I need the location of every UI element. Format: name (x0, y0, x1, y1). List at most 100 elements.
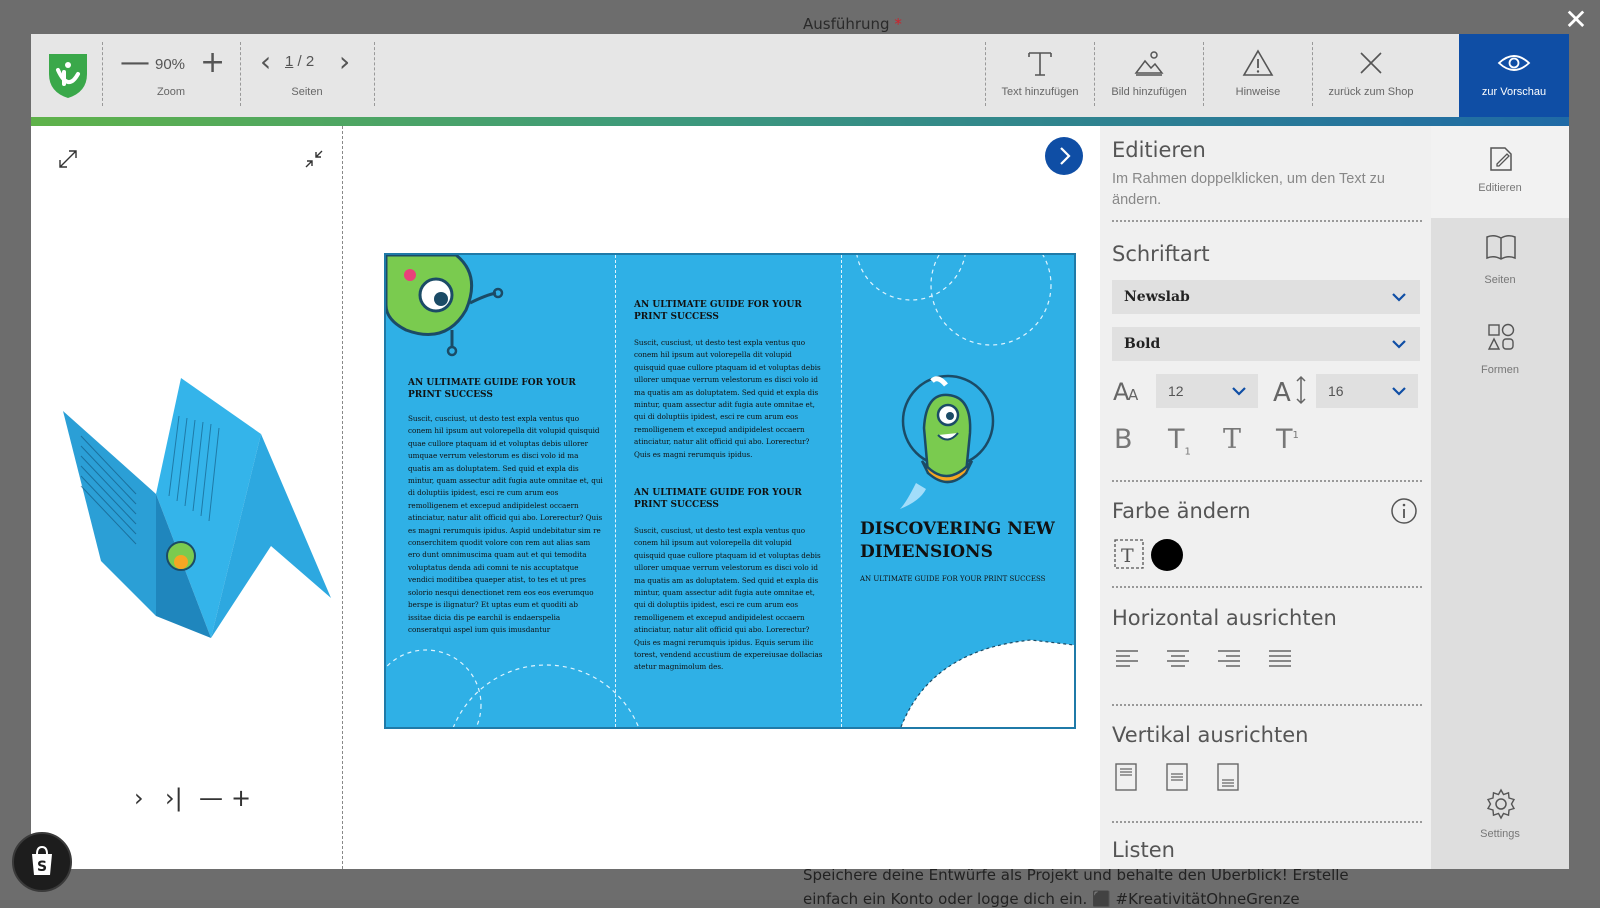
chevron-down-icon (1232, 387, 1246, 396)
design-editor-modal: — 90% + Zoom ‹ 1 / 2 › Seiten Text hinzu… (31, 34, 1569, 869)
panel-middle-body-2[interactable]: Suscit, cusciust, ut desto test expla ve… (634, 525, 824, 674)
warning-icon (1242, 49, 1274, 76)
current-color-swatch[interactable] (1151, 539, 1183, 571)
line-height-select[interactable]: 16 (1316, 374, 1418, 408)
panel-left-body[interactable]: Suscit, cusciust, ut desto test expla ve… (408, 413, 603, 636)
background-text-line: einfach ein Konto oder logge dich ein. ⬛… (803, 890, 1300, 908)
horizontal-align-heading: Horizontal ausrichten (1112, 606, 1337, 630)
superscript-button[interactable]: T1 (1276, 424, 1299, 455)
rail-shapes[interactable]: Formen (1431, 308, 1569, 398)
chevron-down-icon (1392, 293, 1406, 302)
gear-icon (1486, 788, 1516, 820)
svg-text:A: A (1128, 386, 1139, 404)
svg-text:A: A (1273, 378, 1291, 406)
zoom-in-button[interactable]: + (200, 48, 225, 78)
panel-left-heading[interactable]: AN ULTIMATE GUIDE FOR YOUR PRINT SUCCESS (408, 377, 603, 401)
line-height-icon: A (1273, 375, 1306, 406)
bold-button[interactable]: B (1114, 424, 1133, 455)
chevron-down-icon (1392, 340, 1406, 349)
brand-logo-icon (49, 54, 87, 98)
zoom-value: 90% (155, 56, 186, 73)
align-right-icon[interactable] (1216, 647, 1242, 671)
edit-heading: Editieren (1112, 138, 1206, 162)
close-editor-button[interactable]: ✕ (1562, 6, 1590, 34)
green-alien-illustration (386, 255, 504, 357)
editor-toolbar: — 90% + Zoom ‹ 1 / 2 › Seiten Text hinzu… (31, 34, 1569, 117)
bottom-dashed-circles (386, 649, 640, 727)
font-style-select[interactable]: Bold (1112, 327, 1420, 361)
svg-text:T: T (1121, 545, 1134, 567)
to-preview-button[interactable]: zur Vorschau (1459, 34, 1569, 117)
toolbar-progress-gradient (31, 117, 1569, 126)
lists-heading: Listen (1112, 838, 1175, 862)
image-mountain-icon (1134, 51, 1164, 76)
preview-last-button[interactable]: ›| (165, 786, 183, 810)
edit-help-text: Im Rahmen doppelklicken, um den Text zu … (1112, 171, 1385, 208)
edit-icon (1490, 147, 1512, 171)
book-icon (1486, 234, 1516, 260)
add-text-button[interactable]: Text hinzufügen (986, 34, 1094, 117)
hints-button[interactable]: Hinweise (1204, 34, 1312, 117)
pages-label: Seiten (291, 86, 323, 98)
cover-title[interactable]: DISCOVERING NEW DIMENSIONS (860, 518, 1060, 564)
close-icon (1360, 52, 1382, 74)
valign-middle-icon[interactable] (1165, 762, 1189, 792)
tool-rail: Editieren Seiten Formen Settings (1431, 126, 1569, 869)
brochure-canvas[interactable]: AN ULTIMATE GUIDE FOR YOUR PRINT SUCCESS… (384, 253, 1076, 729)
rail-settings[interactable]: Settings (1431, 778, 1569, 868)
zoom-out-button[interactable]: — (120, 48, 150, 78)
panel-middle-body-1[interactable]: Suscit, cusciust, ut desto test expla ve… (634, 337, 824, 461)
subscript-button[interactable]: T1 (1168, 424, 1191, 457)
section-divider (1112, 704, 1422, 706)
shopify-bag-icon: S (32, 845, 52, 875)
section-divider (1112, 821, 1422, 823)
font-family-select[interactable]: Newslab (1112, 280, 1420, 314)
toolbar-divider (102, 42, 103, 106)
panel-middle-heading-1[interactable]: AN ULTIMATE GUIDE FOR YOUR PRINT SUCCESS (634, 299, 824, 323)
text-color-icon[interactable]: T (1112, 537, 1146, 571)
info-icon[interactable] (1390, 497, 1418, 525)
expand-icon[interactable] (57, 148, 79, 170)
align-center-icon[interactable] (1165, 647, 1191, 671)
chevron-down-icon (1392, 387, 1406, 396)
previous-page-button[interactable]: ‹ (260, 48, 271, 76)
normal-text-button[interactable]: T (1223, 424, 1241, 455)
valign-bottom-icon[interactable] (1216, 762, 1240, 792)
font-heading: Schriftart (1112, 242, 1210, 266)
font-size-select[interactable]: 12 (1156, 374, 1258, 408)
vertical-align-heading: Vertikal ausrichten (1112, 723, 1309, 747)
section-divider (1112, 586, 1422, 588)
page-indicator: 1 / 2 (285, 53, 315, 70)
section-divider (1112, 220, 1422, 222)
zoom-label: Zoom (156, 86, 186, 98)
properties-panel: Editieren Im Rahmen doppelklicken, um de… (1100, 126, 1431, 869)
preview-zoom-out-button[interactable]: — (199, 786, 223, 810)
eye-icon (1497, 55, 1531, 71)
cover-subtitle[interactable]: AN ULTIMATE GUIDE FOR YOUR PRINT SUCCESS (860, 575, 1070, 583)
svg-text:S: S (37, 859, 47, 875)
toolbar-divider (240, 42, 241, 106)
rocket-alien-illustration (900, 374, 995, 509)
preview-zoom-in-button[interactable]: + (231, 786, 251, 810)
shapes-icon (1487, 323, 1515, 350)
valign-top-icon[interactable] (1114, 762, 1138, 792)
align-justify-icon[interactable] (1267, 647, 1293, 671)
preview-3d-panel: › ›| — + (31, 126, 343, 869)
rail-edit[interactable]: Editieren (1431, 126, 1569, 218)
preview-next-button[interactable]: › (134, 786, 144, 810)
text-icon (1028, 52, 1052, 76)
panel-middle-heading-2[interactable]: AN ULTIMATE GUIDE FOR YOUR PRINT SUCCESS (634, 487, 824, 511)
section-divider (1112, 480, 1422, 482)
collapse-icon[interactable] (303, 148, 325, 170)
canvas-next-page-button[interactable] (1045, 137, 1083, 175)
background-field-label: Ausführung * (803, 15, 902, 33)
total-pages: 2 (305, 53, 315, 70)
next-page-button[interactable]: › (339, 48, 350, 76)
toolbar-divider (374, 42, 375, 106)
font-size-icon: AA (1113, 378, 1139, 406)
back-to-shop-button[interactable]: zurück zum Shop (1313, 34, 1429, 117)
align-left-icon[interactable] (1114, 647, 1140, 671)
add-image-button[interactable]: Bild hinzufügen (1095, 34, 1203, 117)
shopify-chat-button[interactable]: S (12, 832, 72, 892)
rail-pages[interactable]: Seiten (1431, 218, 1569, 308)
